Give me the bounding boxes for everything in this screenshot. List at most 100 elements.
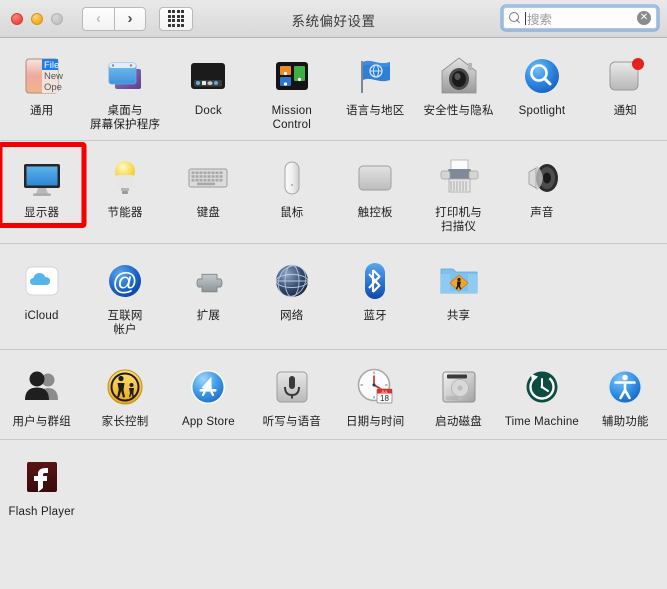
flash-player-icon xyxy=(18,453,66,501)
time-machine-icon xyxy=(518,363,566,411)
pref-item-dock[interactable]: Dock xyxy=(167,48,250,132)
svg-text:Ope: Ope xyxy=(44,82,62,93)
forward-button[interactable]: › xyxy=(114,6,146,31)
chevron-left-icon: ‹ xyxy=(96,10,101,27)
pref-item-internet-accounts[interactable]: @ 互联网 帐户 xyxy=(83,253,166,337)
app-store-icon xyxy=(184,363,232,411)
pref-item-empty xyxy=(83,449,166,520)
pref-item-parental-controls[interactable]: 家长控制 xyxy=(83,359,166,430)
notifications-icon xyxy=(601,52,649,100)
search-input[interactable]: 搜索 xyxy=(527,9,637,28)
show-all-button[interactable] xyxy=(159,6,193,31)
pref-item-label: 通知 xyxy=(613,105,638,117)
internet-accounts-icon: @ xyxy=(101,257,149,305)
extensions-icon xyxy=(184,257,232,305)
pref-item-empty xyxy=(250,449,333,520)
pref-item-startup-disk[interactable]: 启动磁盘 xyxy=(417,359,500,430)
pref-item-notifications[interactable]: 通知 xyxy=(584,48,667,132)
pref-item-time-machine[interactable]: Time Machine xyxy=(500,359,583,430)
pref-item-empty xyxy=(500,253,583,337)
pref-item-accessibility[interactable]: 辅助功能 xyxy=(584,359,667,430)
trackpad-icon xyxy=(351,154,399,202)
energy-saver-icon xyxy=(101,154,149,202)
pref-item-label: 互联网 帐户 xyxy=(107,310,143,336)
pref-item-security-privacy[interactable]: 安全性与隐私 xyxy=(417,48,500,132)
accessibility-icon xyxy=(601,363,649,411)
pref-item-network[interactable]: 网络 xyxy=(250,253,333,337)
pref-item-label: App Store xyxy=(181,416,235,428)
clear-search-icon[interactable]: ✕ xyxy=(637,11,651,25)
pref-item-label: 声音 xyxy=(530,207,554,219)
zoom-button[interactable] xyxy=(51,12,63,25)
pref-item-label: 共享 xyxy=(446,310,471,322)
pref-item-trackpad[interactable]: 触控板 xyxy=(334,150,417,234)
pref-item-desktop-screensaver[interactable]: 桌面与 屏幕保护程序 xyxy=(83,48,166,132)
sound-icon xyxy=(518,154,566,202)
navigation-buttons: ‹ › xyxy=(82,6,146,31)
close-button[interactable] xyxy=(11,12,23,25)
desktop-screensaver-icon xyxy=(101,52,149,100)
date-time-icon: JUL 18 xyxy=(351,363,399,411)
pref-item-app-store[interactable]: App Store xyxy=(167,359,250,430)
pref-item-bluetooth[interactable]: 蓝牙 xyxy=(334,253,417,337)
pref-item-label: 语言与地区 xyxy=(345,105,405,117)
pref-item-label: 用户与群组 xyxy=(12,416,71,428)
pref-item-users-groups[interactable]: 用户与群组 xyxy=(0,359,83,430)
search-field-focus-ring: 搜索 ✕ xyxy=(501,5,659,31)
pref-item-label: 打印机与 扫描仪 xyxy=(435,207,482,233)
pref-item-keyboard[interactable]: 键盘 xyxy=(167,150,250,234)
back-button[interactable]: ‹ xyxy=(82,6,114,31)
mouse-icon xyxy=(268,154,316,202)
keyboard-icon xyxy=(184,154,232,202)
pref-item-label: 通用 xyxy=(29,105,54,117)
search-icon xyxy=(509,11,522,25)
pref-item-label: Flash Player xyxy=(8,505,75,518)
search-field[interactable]: 搜索 ✕ xyxy=(503,7,657,29)
pref-item-flash-player[interactable]: Flash Player xyxy=(0,449,83,520)
pref-item-label: Spotlight xyxy=(518,105,566,117)
window-titlebar: ‹ › 系统偏好设置 搜索 ✕ xyxy=(0,0,667,38)
pref-item-label: Dock xyxy=(194,105,222,117)
language-region-icon xyxy=(351,52,399,100)
pref-item-label: 显示器 xyxy=(24,207,60,219)
pref-item-label: Time Machine xyxy=(504,416,580,428)
bluetooth-icon xyxy=(351,257,399,305)
pref-item-extensions[interactable]: 扩展 xyxy=(167,253,250,337)
group-personal: File New Ope 通用 桌面与 屏幕保护程序 Dock Mission … xyxy=(0,38,667,140)
chevron-right-icon: › xyxy=(127,10,133,27)
pref-item-energy-saver[interactable]: 节能器 xyxy=(83,150,166,234)
pref-item-spotlight[interactable]: Spotlight xyxy=(500,48,583,132)
pref-item-mouse[interactable]: 鼠标 xyxy=(250,150,333,234)
users-groups-icon xyxy=(18,363,66,411)
pref-item-printers-scanners[interactable]: 打印机与 扫描仪 xyxy=(417,150,500,234)
svg-text:@: @ xyxy=(112,268,137,296)
pref-item-language-region[interactable]: 语言与地区 xyxy=(334,48,417,132)
pref-item-label: 听写与语音 xyxy=(262,416,322,428)
pref-item-label: 网络 xyxy=(280,310,304,322)
svg-text:File: File xyxy=(44,60,59,71)
pref-item-label: Mission Control xyxy=(271,105,312,131)
pref-item-empty xyxy=(584,150,667,234)
pref-item-label: 桌面与 屏幕保护程序 xyxy=(89,105,161,131)
pref-item-icloud[interactable]: iCloud xyxy=(0,253,83,337)
pref-item-label: 键盘 xyxy=(196,207,221,219)
svg-text:18: 18 xyxy=(380,394,389,403)
pref-item-label: 鼠标 xyxy=(280,207,304,219)
pref-item-sound[interactable]: 声音 xyxy=(500,150,583,234)
minimize-button[interactable] xyxy=(31,12,43,25)
pref-item-displays[interactable]: 显示器 xyxy=(0,150,83,234)
network-icon xyxy=(268,257,316,305)
group-other: Flash Player xyxy=(0,438,667,530)
pref-item-general[interactable]: File New Ope 通用 xyxy=(0,48,83,132)
pref-item-empty xyxy=(584,253,667,337)
pref-item-date-time[interactable]: JUL 18 日期与时间 xyxy=(334,359,417,430)
pref-item-label: 辅助功能 xyxy=(601,416,649,428)
printers-scanners-icon xyxy=(435,154,483,202)
general-icon: File New Ope xyxy=(18,52,66,100)
icloud-icon xyxy=(18,257,66,305)
pref-item-sharing[interactable]: 共享 xyxy=(417,253,500,337)
pref-item-mission-control[interactable]: Mission Control xyxy=(250,48,333,132)
pref-item-dictation-speech[interactable]: 听写与语音 xyxy=(250,359,333,430)
text-caret xyxy=(525,11,526,25)
dock-icon xyxy=(184,52,232,100)
